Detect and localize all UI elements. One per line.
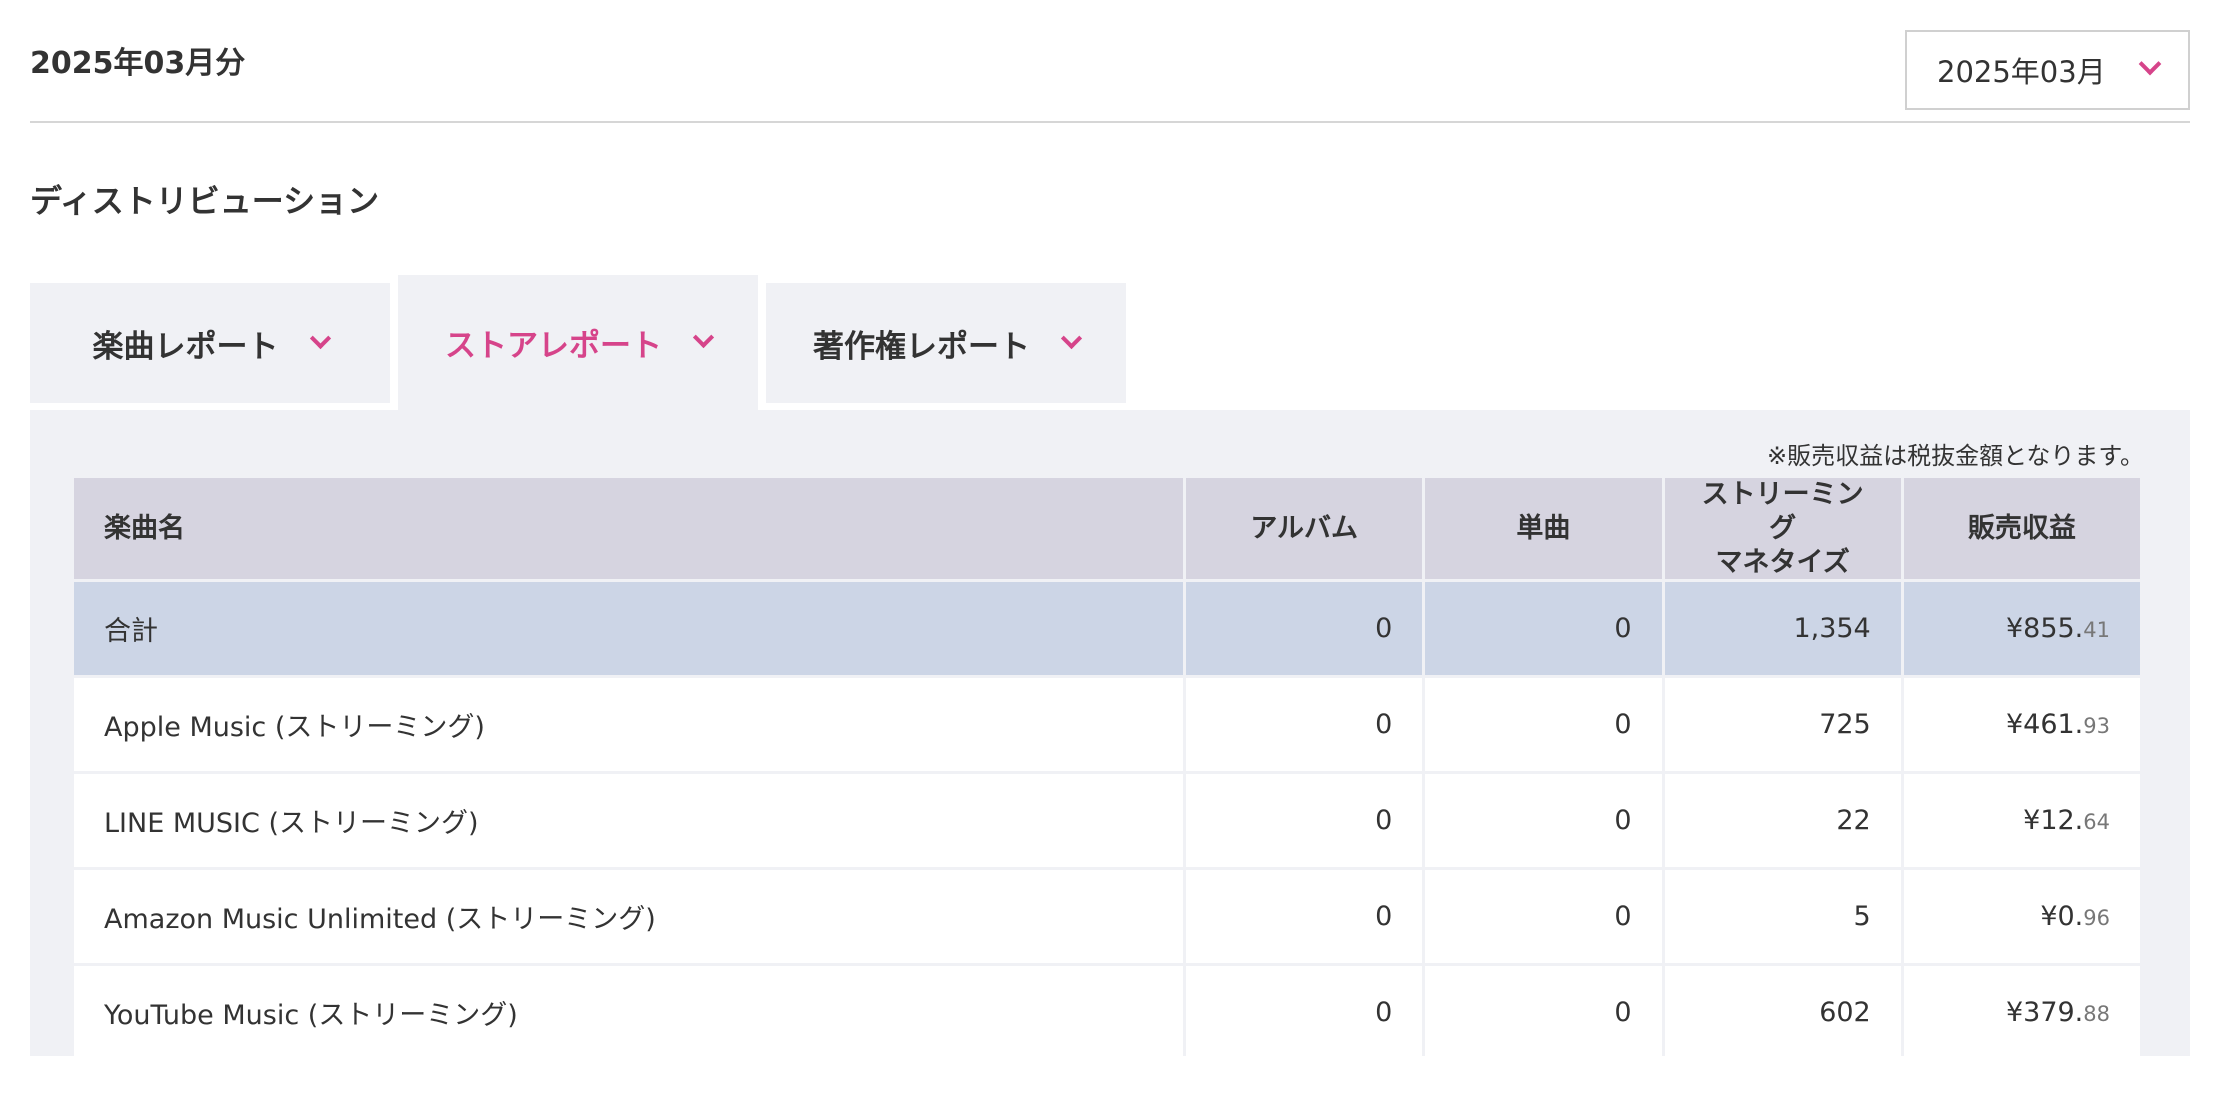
column-header-track-name: 楽曲名 xyxy=(74,478,1184,580)
revenue-cents: 93 xyxy=(2083,714,2110,739)
cell-single: 0 xyxy=(1425,966,1662,1060)
cell-single: 0 xyxy=(1425,870,1662,964)
cell-streaming: 22 xyxy=(1664,774,1901,868)
column-header-streaming: ストリーミング マネタイズ xyxy=(1664,478,1901,580)
tab-label: 著作権レポート xyxy=(813,328,1030,365)
chevron-down-icon xyxy=(309,327,331,349)
cell-single: 0 xyxy=(1425,582,1662,676)
revenue-main: ¥461. xyxy=(2005,709,2084,741)
store-report-table: 楽曲名 アルバム 単曲 ストリーミング マネタイズ 販売収益 合計 0 0 1,… xyxy=(71,475,2143,1062)
tab-store-report[interactable]: ストアレポート xyxy=(398,275,758,410)
revenue-cents: 96 xyxy=(2083,906,2110,931)
cell-album: 0 xyxy=(1186,582,1423,676)
revenue-main: ¥855. xyxy=(2005,613,2084,645)
cell-album: 0 xyxy=(1186,774,1423,868)
cell-revenue: ¥379.88 xyxy=(1903,966,2140,1060)
cell-revenue: ¥12.64 xyxy=(1903,774,2140,868)
table-row: YouTube Music (ストリーミング) 0 0 602 ¥379.88 xyxy=(74,966,2140,1060)
cell-name: Apple Music (ストリーミング) xyxy=(74,678,1184,772)
chevron-down-icon xyxy=(2138,52,2162,76)
cell-streaming: 5 xyxy=(1664,870,1901,964)
column-header-album: アルバム xyxy=(1186,478,1423,580)
section-title: ディストリビューション xyxy=(30,182,380,220)
revenue-cents: 64 xyxy=(2083,810,2110,835)
cell-album: 0 xyxy=(1186,966,1423,1060)
table-row: LINE MUSIC (ストリーミング) 0 0 22 ¥12.64 xyxy=(74,774,2140,868)
cell-streaming: 725 xyxy=(1664,678,1901,772)
cell-album: 0 xyxy=(1186,678,1423,772)
tab-label: ストアレポート xyxy=(445,328,662,364)
revenue-main: ¥0. xyxy=(2040,901,2084,933)
page: 2025年03月分 2025年03月 ディストリビューション 楽曲レポート スト… xyxy=(0,0,2220,1100)
cell-single: 0 xyxy=(1425,774,1662,868)
tab-label: 楽曲レポート xyxy=(92,328,279,365)
revenue-main: ¥379. xyxy=(2005,997,2084,1029)
chevron-down-icon xyxy=(692,326,715,349)
revenue-cents: 41 xyxy=(2083,618,2110,643)
table-row: Amazon Music Unlimited (ストリーミング) 0 0 5 ¥… xyxy=(74,870,2140,964)
tab-copyright-report[interactable]: 著作権レポート xyxy=(766,283,1126,403)
report-panel: ※販売収益は税抜金額となります。 楽曲名 アルバム 単曲 ストリーミング マネタ… xyxy=(30,410,2190,1060)
cell-streaming: 602 xyxy=(1664,966,1901,1060)
table-header-row: 楽曲名 アルバム 単曲 ストリーミング マネタイズ 販売収益 xyxy=(74,478,2140,580)
cell-revenue: ¥855.41 xyxy=(1903,582,2140,676)
cell-single: 0 xyxy=(1425,678,1662,772)
month-select[interactable]: 2025年03月 xyxy=(1905,30,2190,110)
column-header-streaming-line2: マネタイズ xyxy=(1715,546,1850,578)
cell-revenue: ¥0.96 xyxy=(1903,870,2140,964)
cell-name: Amazon Music Unlimited (ストリーミング) xyxy=(74,870,1184,964)
table-row: Apple Music (ストリーミング) 0 0 725 ¥461.93 xyxy=(74,678,2140,772)
cell-streaming: 1,354 xyxy=(1664,582,1901,676)
table-row-total: 合計 0 0 1,354 ¥855.41 xyxy=(74,582,2140,676)
revenue-cents: 88 xyxy=(2083,1002,2110,1027)
column-header-streaming-line1: ストリーミング xyxy=(1701,479,1864,544)
report-tabs: 楽曲レポート ストアレポート 著作権レポート xyxy=(30,275,1130,410)
cell-revenue: ¥461.93 xyxy=(1903,678,2140,772)
cell-name: YouTube Music (ストリーミング) xyxy=(74,966,1184,1060)
month-select-value: 2025年03月 xyxy=(1937,55,2106,89)
revenue-main: ¥12. xyxy=(2023,805,2084,837)
cell-name: 合計 xyxy=(74,582,1184,676)
column-header-single: 単曲 xyxy=(1425,478,1662,580)
tab-track-report[interactable]: 楽曲レポート xyxy=(30,283,390,403)
column-header-revenue: 販売収益 xyxy=(1903,478,2140,580)
cell-name: LINE MUSIC (ストリーミング) xyxy=(74,774,1184,868)
chevron-down-icon xyxy=(1060,327,1083,349)
tax-note: ※販売収益は税抜金額となります。 xyxy=(1767,442,2144,470)
cell-album: 0 xyxy=(1186,870,1423,964)
page-header: 2025年03月分 2025年03月 xyxy=(30,0,2190,123)
page-title: 2025年03月分 xyxy=(30,46,246,81)
